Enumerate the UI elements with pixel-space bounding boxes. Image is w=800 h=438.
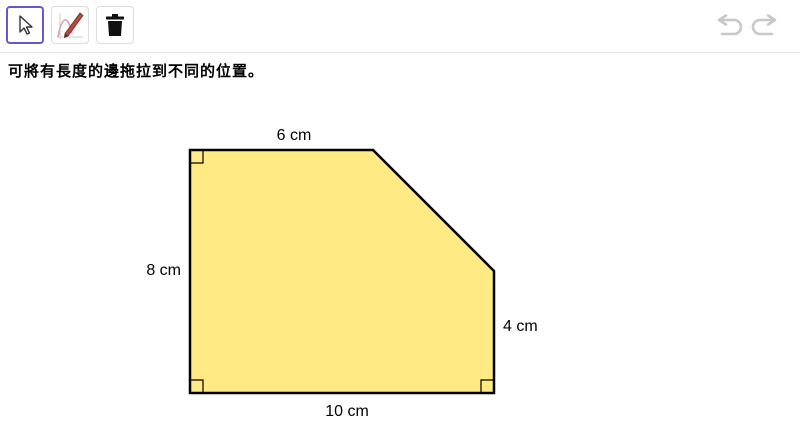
redo-icon [751, 14, 777, 36]
move-tool-button[interactable] [6, 6, 44, 44]
pen-icon [57, 12, 84, 39]
label-left-length: 8 cm [146, 262, 181, 279]
label-bottom-length: 10 cm [325, 403, 369, 420]
undo-button[interactable] [714, 12, 744, 42]
trash-icon [106, 14, 124, 36]
label-top-length: 6 cm [277, 127, 312, 144]
delete-tool-button[interactable] [96, 6, 134, 44]
label-right-length: 4 cm [503, 318, 538, 335]
toolbar [0, 0, 800, 53]
geometry-canvas[interactable]: 6 cm 8 cm 4 cm 10 cm [0, 53, 800, 438]
cursor-arrow-icon [19, 15, 33, 35]
redo-button[interactable] [750, 12, 780, 42]
pentagon-shape[interactable] [188, 148, 496, 395]
pen-tool-button[interactable] [51, 6, 89, 44]
undo-icon [717, 14, 743, 36]
